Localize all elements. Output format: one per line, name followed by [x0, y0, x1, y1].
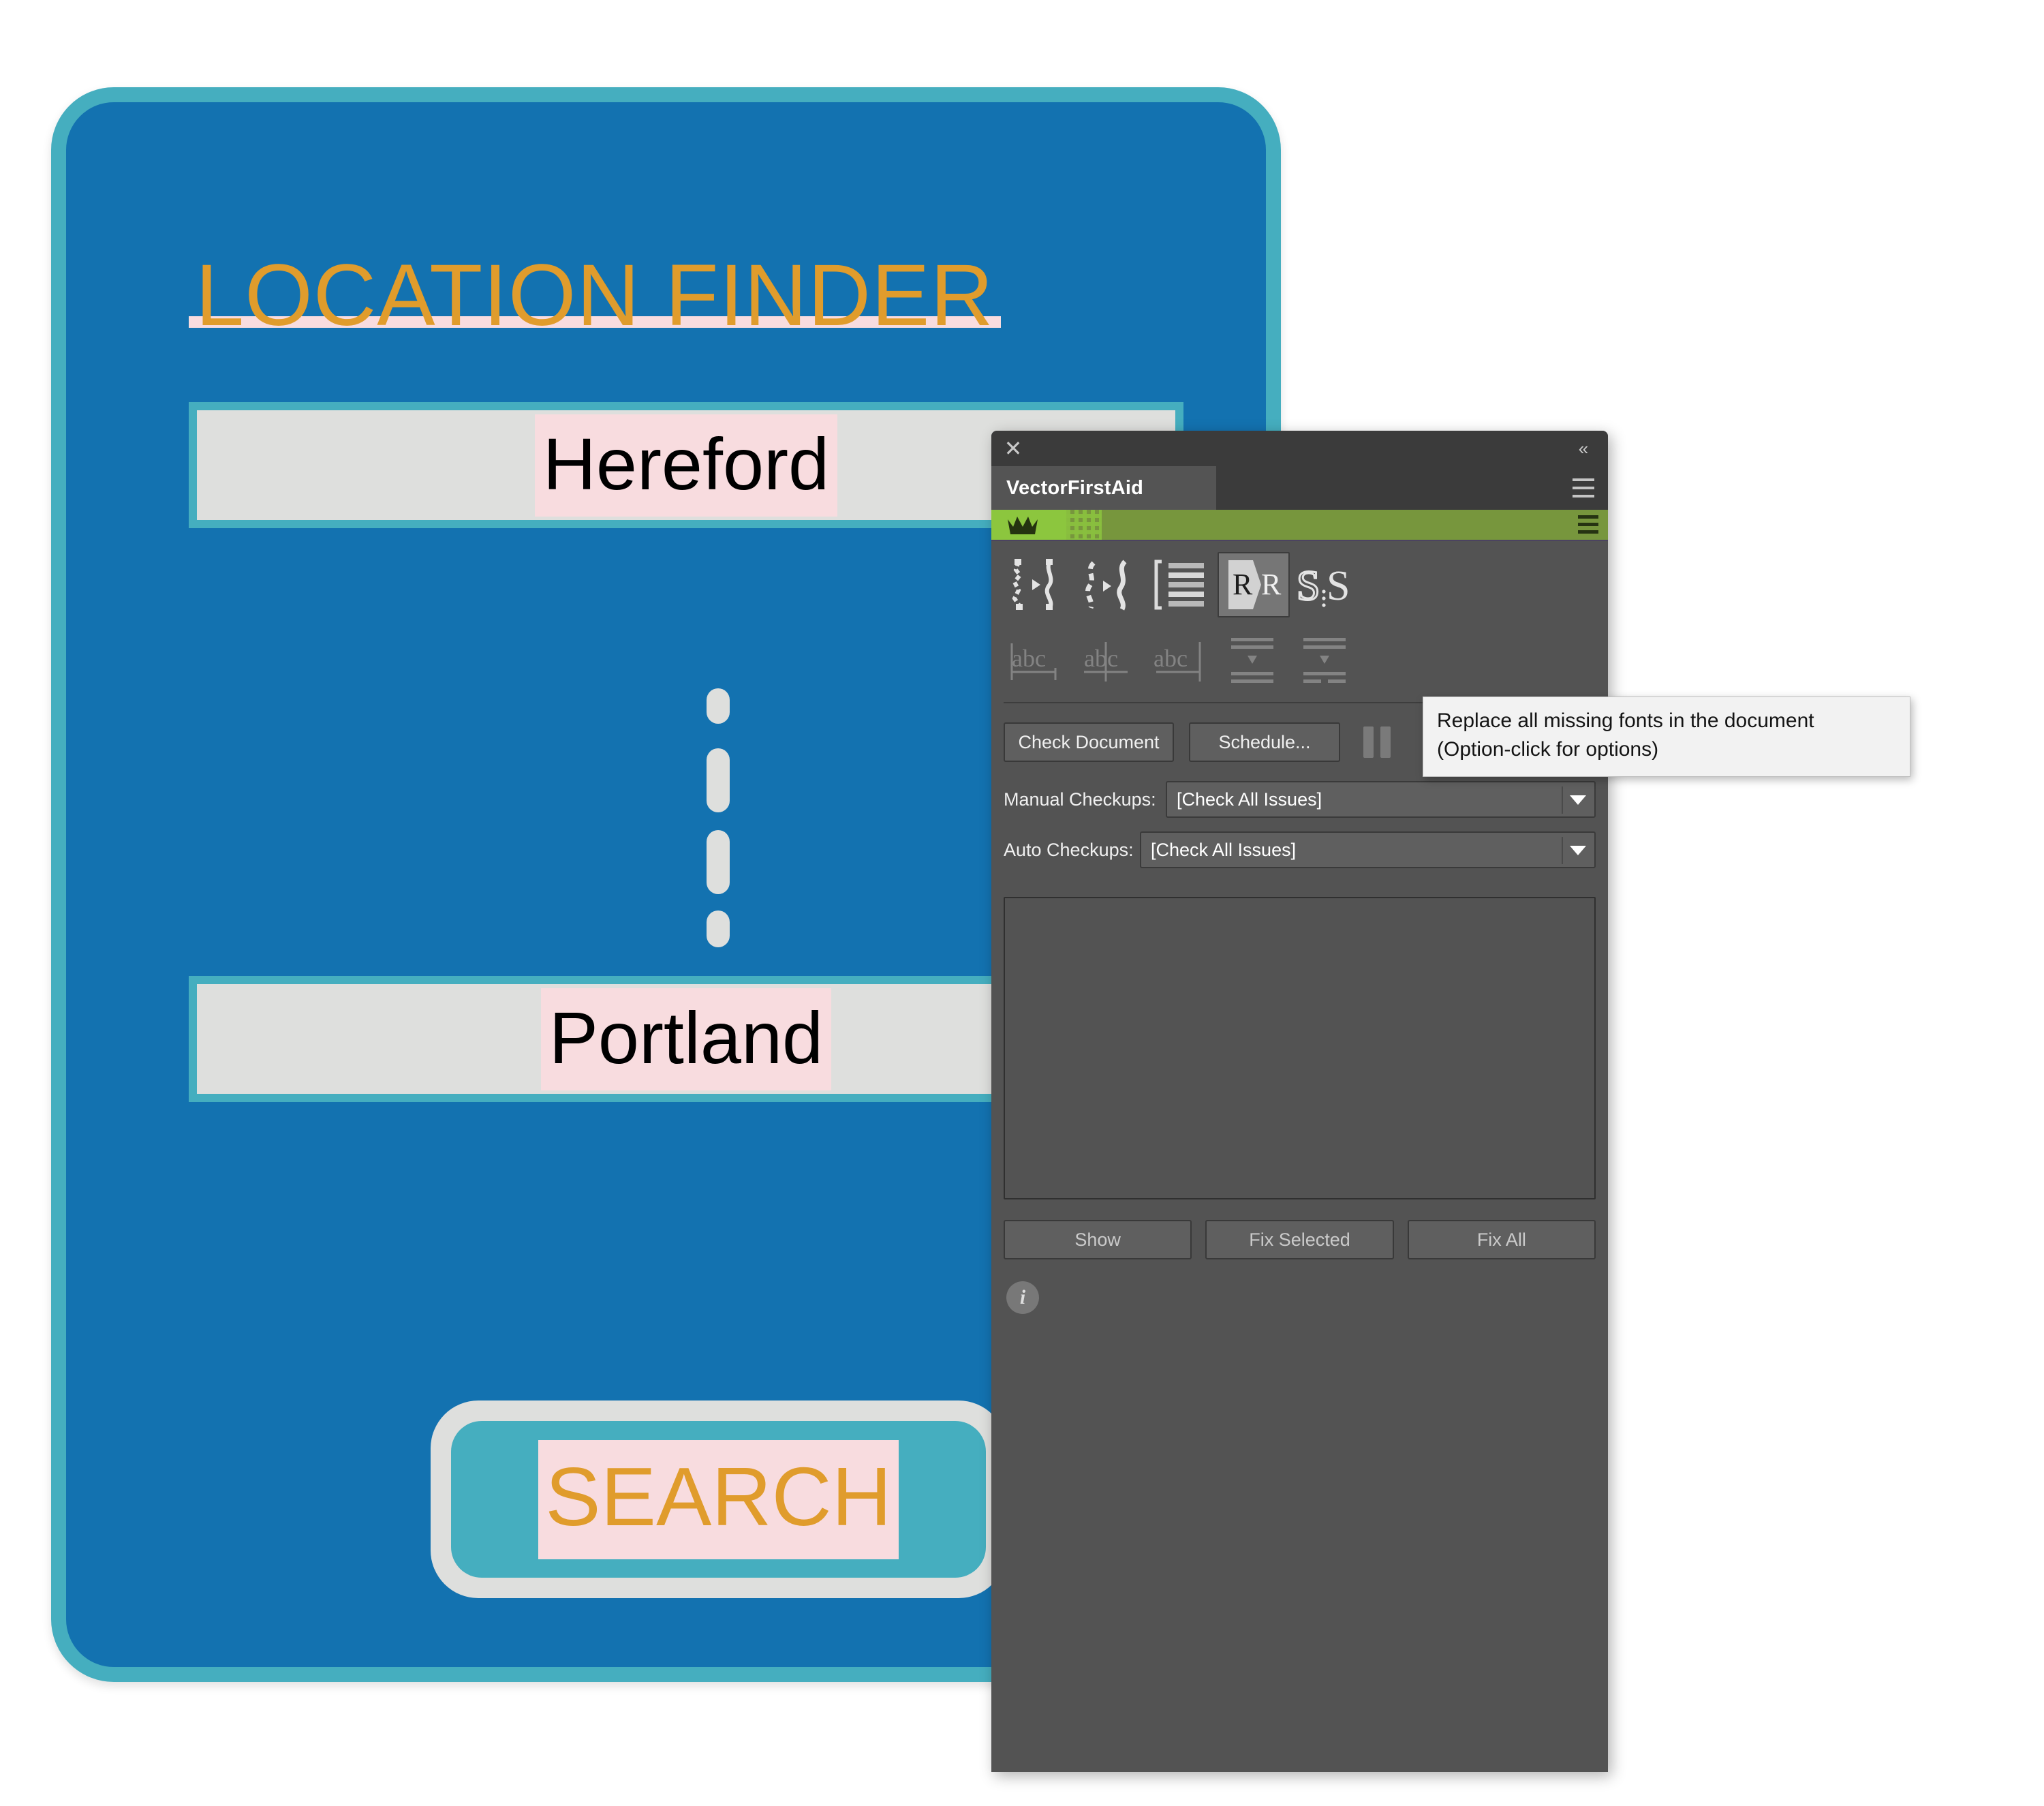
chevron-down-icon [1570, 846, 1586, 855]
svg-text:abc: abc [1084, 645, 1118, 672]
toolbar-row-primary: R R S S [991, 541, 1608, 623]
svg-text:abc: abc [1153, 645, 1188, 672]
paragraph-spacing-icon [1218, 628, 1290, 694]
connector-dash [707, 910, 730, 947]
origin-input-value: Hereford [542, 422, 830, 505]
crown-icon [1006, 515, 1039, 536]
svg-text:S: S [1297, 563, 1320, 609]
page-title-wrapper: LOCATION FINDER [189, 239, 1306, 354]
panel-tabbar: VectorFirstAid [991, 466, 1608, 510]
chevron-down-icon [1570, 795, 1586, 805]
fix-selected-button[interactable]: Fix Selected [1205, 1220, 1394, 1259]
hamburger-menu-icon[interactable] [1573, 478, 1594, 498]
tooltip-line-2: (Option-click for options) [1437, 738, 1659, 761]
close-icon[interactable]: ✕ [1001, 436, 1025, 461]
select-divider [1562, 786, 1563, 814]
svg-text:S: S [1327, 563, 1350, 609]
vectorfirstaid-panel: ✕ « VectorFirstAid R R S S abc abc abc C… [991, 431, 1608, 1772]
missing-font-highlight-title: LOCATION FINDER [189, 247, 1001, 344]
bottom-button-row: Show Fix Selected Fix All [991, 1220, 1608, 1259]
manual-checkups-label: Manual Checkups: [1004, 789, 1156, 810]
paragraph-spacing-uneven-icon [1290, 628, 1362, 694]
search-button-label: SEARCH [545, 1450, 892, 1543]
text-align-right-icon: abc [1145, 628, 1218, 694]
promo-banner[interactable] [991, 510, 1608, 541]
info-icon[interactable]: i [1006, 1281, 1039, 1314]
smooth-path-icon[interactable] [1001, 552, 1073, 617]
show-button[interactable]: Show [1004, 1220, 1192, 1259]
hamburger-menu-icon[interactable] [1578, 515, 1598, 534]
tab-vectorfirstaid[interactable]: VectorFirstAid [991, 466, 1216, 510]
svg-text:R: R [1233, 568, 1253, 601]
auto-checkups-label: Auto Checkups: [1004, 839, 1134, 860]
toolbar-row-secondary: abc abc abc [991, 623, 1608, 699]
route-connector-dots [707, 688, 730, 947]
double-chevron-left-icon[interactable]: « [1571, 437, 1596, 460]
connector-dash [707, 748, 730, 812]
auto-checkups-value: [Check All Issues] [1151, 839, 1297, 860]
auto-checkups-select[interactable]: [Check All Issues] [1140, 831, 1596, 868]
panel-tab-label: VectorFirstAid [1006, 476, 1144, 499]
simplify-path-icon[interactable] [1073, 552, 1145, 617]
text-frame-icon[interactable] [1145, 552, 1218, 617]
panel-titlebar: ✕ « [991, 431, 1608, 466]
select-divider [1562, 837, 1563, 864]
auto-checkups-row: Auto Checkups: [Check All Issues] [991, 830, 1608, 870]
connector-dash [707, 830, 730, 894]
connector-dash [707, 688, 730, 724]
manual-checkups-row: Manual Checkups: [Check All Issues] [991, 780, 1608, 819]
svg-text:R: R [1261, 568, 1282, 601]
manual-checkups-value: [Check All Issues] [1177, 789, 1322, 810]
missing-font-highlight-search: SEARCH [538, 1439, 899, 1559]
replace-missing-fonts-icon[interactable]: R R [1218, 552, 1290, 617]
check-document-button[interactable]: Check Document [1004, 722, 1174, 762]
fix-all-button[interactable]: Fix All [1407, 1220, 1596, 1259]
schedule-button[interactable]: Schedule... [1189, 722, 1340, 762]
promo-dither-pattern [1066, 510, 1102, 540]
manual-checkups-select[interactable]: [Check All Issues] [1166, 781, 1596, 818]
missing-font-highlight-origin: Hereford [534, 414, 838, 517]
issues-results-list[interactable] [1004, 897, 1596, 1199]
search-button[interactable]: SEARCH [431, 1401, 1006, 1598]
outline-strokes-icon[interactable]: S S [1290, 552, 1362, 617]
tooltip: Replace all missing fonts in the documen… [1423, 697, 1910, 777]
pause-icon[interactable] [1363, 726, 1391, 758]
svg-text:abc: abc [1012, 645, 1046, 672]
search-button-inner: SEARCH [451, 1421, 986, 1578]
tooltip-line-1: Replace all missing fonts in the documen… [1437, 709, 1814, 732]
text-align-left-icon: abc [1001, 628, 1073, 694]
missing-font-highlight-destination: Portland [540, 988, 832, 1090]
page-title: LOCATION FINDER [196, 247, 994, 344]
text-align-center-icon: abc [1073, 628, 1145, 694]
destination-input-value: Portland [548, 996, 824, 1079]
